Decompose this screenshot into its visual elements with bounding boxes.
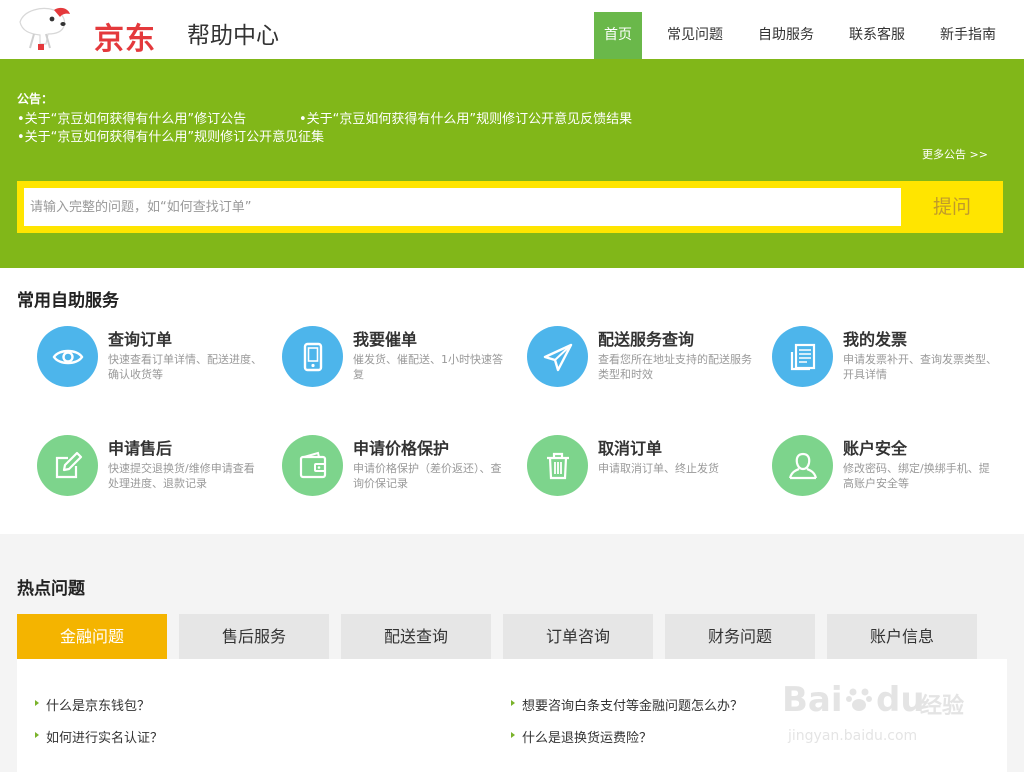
notice-banner: 公告： •关于“京豆如何获得有什么用”修订公告 •关于“京豆如何获得有什么用”规… [0,59,1024,268]
service-account-security[interactable]: 账户安全 修改密码、绑定/换绑手机、提高账户安全等 [752,435,990,505]
paw-icon [846,688,872,711]
edit-icon [37,435,98,496]
service-desc: 快速提交退换货/维修申请查看处理进度、退款记录 [108,462,255,490]
notice-label: 公告： [17,92,54,106]
paper-plane-icon [527,326,588,387]
site-title: 帮助中心 [187,23,279,49]
ask-button[interactable]: 提问 [901,188,1003,226]
service-desc: 申请取消订单、终止发货 [598,462,719,475]
section-title: 常用自助服务 [17,291,119,311]
wallet-icon [282,435,343,496]
service-delivery-query[interactable]: 配送服务查询 查看您所在地址支持的配送服务类型和时效 [507,326,752,396]
watermark-cn: 经验 [920,694,965,719]
question-link[interactable]: 如何进行实名认证？ [34,727,163,746]
service-desc: 快速查看订单详情、配送进度、确认收货等 [108,353,262,381]
tab-order-inquiry[interactable]: 订单咨询 [503,614,653,659]
service-price-protection[interactable]: 申请价格保护 申请价格保护（差价返还）、查询价保记录 [262,435,502,505]
service-desc: 申请发票补开、查询发票类型、开具详情 [843,353,997,381]
service-desc: 修改密码、绑定/换绑手机、提高账户安全等 [843,462,990,490]
service-after-sales[interactable]: 申请售后 快速提交退换货/维修申请查看处理进度、退款记录 [17,435,255,505]
tab-finance-issues[interactable]: 财务问题 [665,614,815,659]
user-icon [772,435,833,496]
service-title: 申请售后 [108,439,173,458]
nav-beginner-guide[interactable]: 新手指南 [930,12,1006,59]
question-search-input[interactable] [24,188,901,226]
service-title: 申请价格保护 [353,439,450,458]
question-link[interactable]: 什么是退换货运费险？ [510,727,652,746]
watermark-brand: Bai [782,680,843,720]
service-title: 取消订单 [598,439,663,458]
search-box: 提问 [17,181,1003,233]
tab-account-info[interactable]: 账户信息 [827,614,977,659]
service-cancel-order[interactable]: 取消订单 申请取消订单、终止发货 [507,435,737,505]
tab-finance[interactable]: 金融问题 [17,614,167,667]
invoice-icon [772,326,833,387]
notice-link[interactable]: •关于“京豆如何获得有什么用”规则修订公开意见反馈结果 [299,108,632,127]
main-nav: 首页 常见问题 自助服务 联系客服 新手指南 [594,12,1024,59]
section-title: 热点问题 [17,579,85,599]
nav-faq[interactable]: 常见问题 [657,12,733,59]
service-title: 我的发票 [843,330,908,349]
more-notices-link[interactable]: 更多公告 >> [922,146,988,162]
service-desc: 催发货、催配送、1小时快速答复 [353,353,503,381]
question-link[interactable]: 想要咨询白条支付等金融问题怎么办？ [510,695,743,714]
header: 京东 帮助中心 首页 常见问题 自助服务 联系客服 新手指南 [0,0,1024,59]
watermark-brand-suffix: du [876,680,925,720]
service-title: 我要催单 [353,330,418,349]
tab-delivery[interactable]: 配送查询 [341,614,491,659]
service-urge-order[interactable]: 我要催单 催发货、催配送、1小时快速答复 [262,326,503,396]
notice-link[interactable]: •关于“京豆如何获得有什么用”修订公告 [17,108,246,127]
eye-icon [37,326,98,387]
jd-logo[interactable]: 京东 [16,4,166,57]
service-title: 账户安全 [843,439,908,458]
service-title: 查询订单 [108,330,173,349]
trash-icon [527,435,588,496]
tab-after-sales[interactable]: 售后服务 [179,614,329,659]
baidu-jingyan-watermark: Bai du 经验 jingyan.baidu.com [780,672,980,772]
logo-text: 京东 [94,22,156,57]
service-desc: 查看您所在地址支持的配送服务类型和时效 [598,353,752,381]
service-desc: 申请价格保护（差价返还）、查询价保记录 [353,462,502,490]
phone-icon [282,326,343,387]
jd-dog-mascot-icon [19,7,70,50]
service-query-order[interactable]: 查询订单 快速查看订单详情、配送进度、确认收货等 [17,326,262,396]
notice-link[interactable]: •关于“京豆如何获得有什么用”规则修订公开意见征集 [17,126,324,145]
question-link[interactable]: 什么是京东钱包？ [34,695,150,714]
service-my-invoice[interactable]: 我的发票 申请发票补开、查询发票类型、开具详情 [752,326,997,396]
nav-home[interactable]: 首页 [594,12,642,59]
service-title: 配送服务查询 [598,330,695,349]
nav-contact-service[interactable]: 联系客服 [839,12,915,59]
watermark-url: jingyan.baidu.com [788,728,918,744]
nav-self-service[interactable]: 自助服务 [748,12,824,59]
self-service-section: 常用自助服务 查询订单 快速查看订单详情、配送进度、确认收货等 我要催单 催发货… [0,268,1024,534]
